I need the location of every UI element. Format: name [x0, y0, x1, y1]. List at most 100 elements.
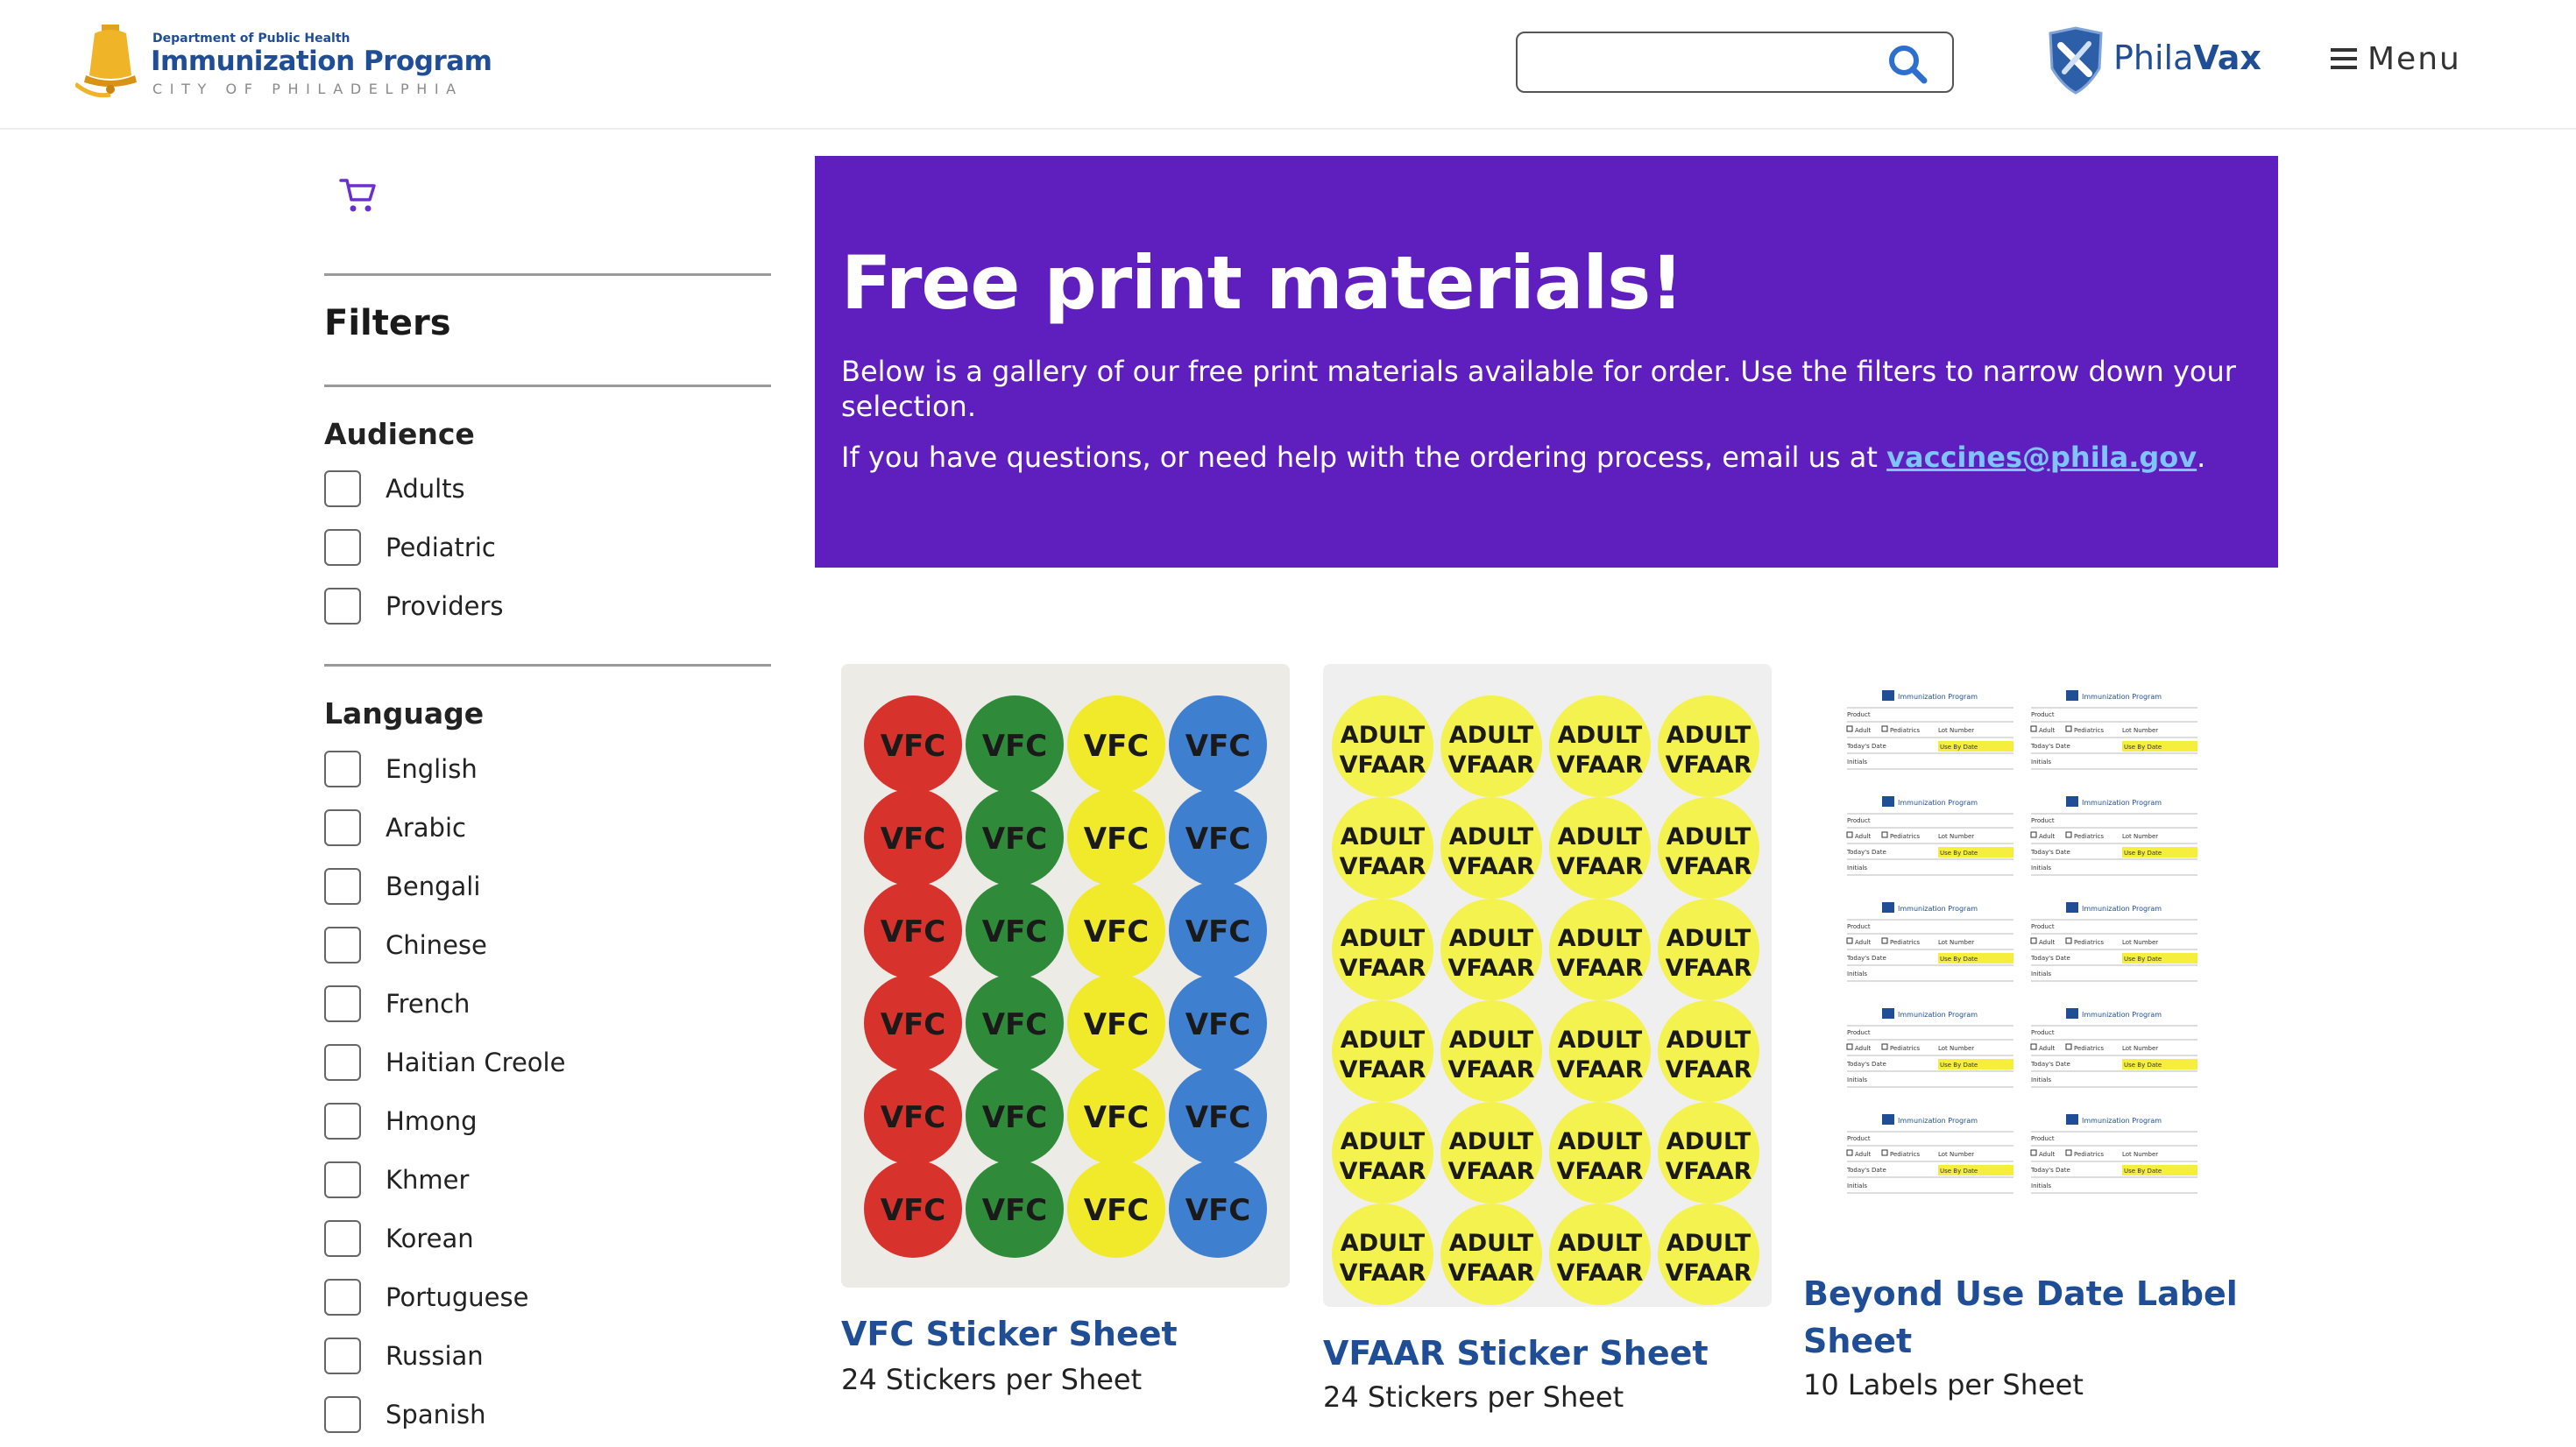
label-program-text: Immunization Program: [1898, 693, 1978, 701]
philavax-logo[interactable]: PhilaVax: [2045, 26, 2273, 96]
product-title[interactable]: VFC Sticker Sheet: [841, 1310, 1178, 1358]
filter-language-french[interactable]: French: [324, 985, 470, 1023]
vfaar-sticker-sheet-image: ADULTVFAARADULTVFAARADULTVFAARADULTVFAAR…: [1332, 695, 1759, 1305]
product-title[interactable]: VFAAR Sticker Sheet: [1323, 1330, 1709, 1377]
filter-language-russian[interactable]: Russian: [324, 1337, 484, 1375]
cart-icon[interactable]: [338, 175, 379, 215]
vfc-sticker-text: VFC: [881, 822, 946, 857]
label-field-today: Today's Date: [2030, 743, 2070, 750]
label-field-pediatrics: Pediatrics: [2074, 1045, 2104, 1052]
filter-label: French: [386, 989, 471, 1019]
site-header: Department of Public Health Immunization…: [0, 0, 2576, 130]
filter-language-chinese[interactable]: Chinese: [324, 926, 487, 964]
vfc-sticker-text: VFC: [982, 729, 1048, 764]
checkbox[interactable]: [324, 1279, 361, 1316]
checkbox[interactable]: [324, 1103, 361, 1140]
filters-title: Filters: [324, 303, 451, 343]
checkbox[interactable]: [324, 809, 361, 846]
label-field-product: Product: [1847, 1135, 1871, 1142]
vfc-sticker-text: VFC: [1084, 1193, 1150, 1228]
menu-button[interactable]: Menu: [2329, 37, 2461, 81]
checkbox[interactable]: [324, 1220, 361, 1257]
label-field-use-by: Use By Date: [1940, 1168, 1978, 1175]
vfaar-sticker-line1: ADULT: [1341, 925, 1426, 952]
checkbox[interactable]: [324, 868, 361, 905]
filter-label: Adults: [386, 474, 465, 504]
checkbox[interactable]: [324, 470, 361, 507]
filter-label: Spanish: [386, 1400, 486, 1429]
hero-banner: Free print materials! Below is a gallery…: [815, 156, 2278, 568]
label-checkbox: [2030, 1043, 2037, 1050]
sidebar-divider: [324, 273, 771, 276]
label-field-pediatrics: Pediatrics: [1890, 1045, 1920, 1052]
label-field-today: Today's Date: [2030, 1167, 2070, 1174]
checkbox[interactable]: [324, 588, 361, 625]
product-image-beyond-use-date[interactable]: Immunization Program Product Adult Pediatri…: [1803, 664, 2252, 1233]
vfc-sticker-text: VFC: [1185, 1100, 1251, 1135]
filter-language-korean[interactable]: Korean: [324, 1219, 474, 1258]
search-input[interactable]: [1530, 42, 1880, 82]
filter-language-haitian-creole[interactable]: Haitian Creole: [324, 1043, 565, 1082]
vfaar-sticker-line2: VFAAR: [1557, 1158, 1644, 1185]
vfaar-sticker-line1: ADULT: [1341, 1230, 1426, 1257]
filter-language-spanish[interactable]: Spanish: [324, 1395, 486, 1434]
filter-audience-pediatric[interactable]: Pediatric: [324, 528, 496, 567]
filter-language-arabic[interactable]: Arabic: [324, 808, 466, 847]
checkbox[interactable]: [324, 1338, 361, 1374]
label-checkbox: [1881, 1149, 1888, 1156]
vfaar-sticker-line1: ADULT: [1667, 1128, 1752, 1155]
filter-language-bengali[interactable]: Bengali: [324, 867, 480, 906]
checkbox[interactable]: [324, 1161, 361, 1198]
product-title-line1: Beyond Use Date Label: [1803, 1274, 2238, 1313]
filter-audience-adults[interactable]: Adults: [324, 469, 465, 508]
vfaar-sticker-line2: VFAAR: [1448, 853, 1535, 880]
product-image-vfaar[interactable]: ADULT VFAAR ADULT VFAAR ADULT VFAAR ADULT VFAAR…: [1323, 664, 1772, 1307]
vfaar-sticker-line2: VFAAR: [1340, 1260, 1426, 1287]
vfc-sticker-text: VFC: [982, 1100, 1048, 1135]
label-field-pediatrics: Pediatrics: [2074, 939, 2104, 946]
filter-language-english[interactable]: English: [324, 750, 478, 788]
filter-language-portuguese[interactable]: Portuguese: [324, 1278, 528, 1316]
audience-filter-title: Audience: [324, 417, 475, 451]
checkbox[interactable]: [324, 1396, 361, 1433]
filter-audience-providers[interactable]: Providers: [324, 587, 504, 625]
checkbox[interactable]: [324, 751, 361, 787]
label-field-use-by: Use By Date: [1940, 956, 1978, 963]
filter-language-khmer[interactable]: Khmer: [324, 1161, 469, 1199]
vfaar-sticker-line2: VFAAR: [1448, 1056, 1535, 1083]
label-field-today: Today's Date: [1846, 955, 1886, 962]
label-logo-mark: [1882, 690, 1894, 701]
label-field-use-by: Use By Date: [2124, 744, 2162, 751]
label-field-today: Today's Date: [1846, 743, 1886, 750]
vfaar-sticker-line1: ADULT: [1667, 1230, 1752, 1257]
product-title[interactable]: Beyond Use Date Label Sheet: [1803, 1270, 2238, 1365]
vfaar-sticker-line1: ADULT: [1341, 823, 1426, 851]
product-subtitle: 24 Stickers per Sheet: [1323, 1380, 1624, 1414]
label-checkbox: [2065, 937, 2072, 944]
search-icon[interactable]: [1887, 44, 1928, 84]
vfaar-sticker-line1: ADULT: [1341, 1128, 1426, 1155]
label-field-adult: Adult: [1855, 939, 1871, 946]
checkbox[interactable]: [324, 529, 361, 566]
philavax-shield-icon: [2049, 26, 2103, 95]
product-card-vfc[interactable]: VFC VFC VFC VFC VFC VFC VFC VFC VFC VFC VFC VFC VFC V…: [841, 664, 1290, 1417]
label-field-lot: Lot Number: [2122, 727, 2158, 734]
sidebar-divider: [324, 385, 771, 387]
label-field-today: Today's Date: [2030, 1061, 2070, 1068]
vfc-sticker-text: VFC: [881, 1193, 946, 1228]
vfaar-sticker-line2: VFAAR: [1666, 853, 1752, 880]
immunization-program-logo[interactable]: Department of Public Health Immunization…: [75, 19, 492, 100]
vfaar-sticker-line1: ADULT: [1449, 1027, 1534, 1054]
email-link[interactable]: vaccines@phila.gov: [1886, 441, 2197, 474]
checkbox[interactable]: [324, 1044, 361, 1081]
checkbox[interactable]: [324, 927, 361, 963]
product-card-beyond-use-date[interactable]: Immunization Program Product Adult Pediatri…: [1803, 664, 2252, 1417]
vfaar-sticker-line2: VFAAR: [1340, 853, 1426, 880]
checkbox[interactable]: [324, 985, 361, 1022]
product-card-vfaar[interactable]: ADULT VFAAR ADULT VFAAR ADULT VFAAR ADULT VFAAR…: [1323, 664, 1772, 1417]
product-image-vfc[interactable]: VFC VFC VFC VFC VFC VFC VFC VFC VFC VFC VFC VFC VFC V…: [841, 664, 1290, 1288]
vfaar-sticker-line2: VFAAR: [1557, 853, 1644, 880]
filter-language-hmong[interactable]: Hmong: [324, 1102, 478, 1140]
vfaar-sticker-line1: ADULT: [1449, 925, 1534, 952]
label-field-initials: Initials: [1847, 1076, 1867, 1083]
